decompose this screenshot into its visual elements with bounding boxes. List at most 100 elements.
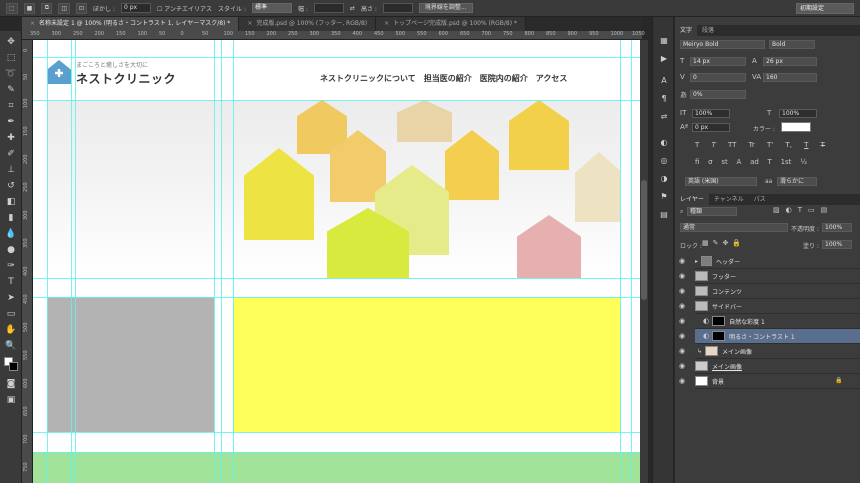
crop-tool-icon[interactable]: ⌗	[4, 99, 18, 113]
blur-tool-icon[interactable]: 💧	[4, 227, 18, 241]
guide-horizontal[interactable]	[33, 278, 640, 279]
tab-kanseiban[interactable]: × 完成版.psd @ 100% (フッター, RGB/8)	[239, 17, 377, 31]
guide-vertical[interactable]	[71, 40, 72, 483]
guide-horizontal[interactable]	[33, 452, 640, 453]
marquee-preset-icon[interactable]: ⬚	[6, 2, 18, 14]
lock-transparent-icon[interactable]: ▦	[702, 239, 709, 247]
brush-tool-icon[interactable]: ✐	[4, 147, 18, 161]
opacity-input[interactable]: 100%	[822, 223, 852, 232]
type-filter-icon[interactable]: T	[798, 206, 802, 214]
close-icon[interactable]: ×	[384, 20, 389, 27]
eye-icon[interactable]: ◉	[679, 347, 685, 355]
guide-vertical[interactable]	[631, 40, 632, 483]
alternates-button[interactable]: σ	[708, 158, 712, 166]
tab-channels[interactable]: チャンネル	[709, 194, 749, 205]
eye-icon[interactable]: ◉	[679, 257, 685, 265]
tab-untitled[interactable]: × 名称未設定 1 @ 100% (明るさ・コントラスト 1, レイヤーマスク/8…	[22, 17, 240, 31]
guide-vertical[interactable]	[75, 40, 76, 483]
swatches-panel-icon[interactable]: ◎	[658, 155, 670, 167]
all-caps-button[interactable]: TT	[728, 141, 736, 149]
tracking-input[interactable]: 160	[763, 73, 817, 82]
tsume-input[interactable]: 0%	[690, 90, 746, 99]
guide-horizontal[interactable]	[33, 432, 640, 433]
workspace-select[interactable]: 初期設定	[796, 3, 854, 14]
character-panel-icon[interactable]: A	[658, 75, 670, 87]
eye-icon[interactable]: ◉	[679, 302, 685, 310]
dodge-tool-icon[interactable]: ●	[4, 243, 18, 257]
document-canvas[interactable]: まごころと癒しさを大切に ネストクリニック ネストクリニックについて 担当医の紹…	[33, 40, 640, 483]
guide-vertical[interactable]	[47, 40, 48, 483]
feather-input[interactable]: 0 px	[120, 3, 151, 13]
intersect-selection-icon[interactable]: ⊡	[76, 2, 88, 14]
font-family-select[interactable]: Meiryo Bold	[680, 40, 765, 49]
tab-layers[interactable]: レイヤー	[675, 194, 709, 205]
stylistic-alternates-button[interactable]: ad	[750, 158, 759, 166]
layer-row-vibrance[interactable]: ◉ ◐ 自然な彩度 1	[679, 314, 860, 329]
layer-row-footer[interactable]: ◉ フッター	[679, 269, 860, 284]
libraries-panel-icon[interactable]: ▤	[658, 209, 670, 221]
layer-row-content[interactable]: ◉ コンテンツ	[679, 284, 860, 299]
canvas-area[interactable]: まごころと癒しさを大切に ネストクリニック ネストクリニックについて 担当医の紹…	[33, 40, 640, 483]
small-caps-button[interactable]: Tr	[749, 141, 755, 149]
quick-select-tool-icon[interactable]: ✎	[4, 83, 18, 97]
guide-horizontal[interactable]	[33, 297, 640, 298]
type-tool-icon[interactable]: T	[4, 275, 18, 289]
layer-row-main-image-clipped[interactable]: ◉ ↳ メイン画像	[679, 344, 860, 359]
quick-mask-icon[interactable]: ◙	[4, 377, 18, 391]
layer-row-brightness-contrast[interactable]: ◉ ◐ 明るさ・コントラスト 1	[679, 329, 860, 344]
styles-panel-icon[interactable]: ◑	[658, 173, 670, 185]
zoom-tool-icon[interactable]: 🔍	[4, 339, 18, 353]
layer-row-main-image[interactable]: ◉ メイン画像	[679, 359, 860, 374]
kerning-input[interactable]: 0	[690, 73, 746, 82]
paragraph-panel-icon[interactable]: ¶	[658, 93, 670, 105]
gradient-tool-icon[interactable]: ▮	[4, 211, 18, 225]
layer-row-header[interactable]: ◉ ▸ ヘッダー	[679, 254, 860, 269]
leading-input[interactable]: 26 px	[763, 57, 817, 66]
properties-panel-icon[interactable]: ⚑	[658, 191, 670, 203]
layer-row-sidebar[interactable]: ◉ サイドバー	[679, 299, 860, 314]
healing-tool-icon[interactable]: ✚	[4, 131, 18, 145]
color-swatches-icon[interactable]	[4, 357, 18, 371]
vertical-scale-input[interactable]: 100%	[692, 109, 730, 118]
ligatures-button[interactable]: fi	[695, 158, 699, 166]
blend-mode-select[interactable]: 通常	[680, 223, 788, 232]
eraser-tool-icon[interactable]: ◧	[4, 195, 18, 209]
stamp-tool-icon[interactable]: ⊥	[4, 163, 18, 177]
style-select[interactable]: 標準	[251, 3, 292, 13]
strikethrough-button[interactable]: T	[821, 141, 825, 149]
eye-icon[interactable]: ◉	[679, 377, 685, 385]
tab-paragraph[interactable]: 段落	[697, 25, 719, 36]
faux-bold-button[interactable]: T	[695, 141, 699, 149]
color-panel-icon[interactable]: ◐	[658, 137, 670, 149]
guide-vertical[interactable]	[221, 40, 222, 483]
history-panel-icon[interactable]: ▦	[658, 35, 670, 47]
screen-mode-icon[interactable]: ▣	[4, 393, 18, 407]
eye-icon[interactable]: ◉	[679, 287, 685, 295]
font-style-select[interactable]: Bold	[769, 40, 815, 49]
expand-icon[interactable]: ▸	[695, 258, 698, 265]
add-selection-icon[interactable]: ⧉	[41, 2, 53, 14]
smart-object-filter-icon[interactable]: ▤	[821, 206, 828, 214]
shape-tool-icon[interactable]: ▭	[4, 307, 18, 321]
pixel-filter-icon[interactable]: ▨	[773, 206, 780, 214]
discretionary-ligatures-button[interactable]: st	[721, 158, 727, 166]
layer-row-background[interactable]: ◉ 背景 🔒	[679, 374, 860, 389]
adjustment-filter-icon[interactable]: ◐	[786, 206, 792, 214]
close-icon[interactable]: ×	[30, 20, 35, 27]
eye-icon[interactable]: ◉	[679, 332, 685, 340]
antialias-checkbox-label[interactable]: ☐ アンチエイリアス	[157, 4, 212, 13]
eye-icon[interactable]: ◉	[679, 272, 685, 280]
eye-icon[interactable]: ◉	[679, 317, 685, 325]
eyedropper-tool-icon[interactable]: ✒	[4, 115, 18, 129]
lock-image-icon[interactable]: ✎	[713, 239, 719, 247]
fill-input[interactable]: 100%	[822, 240, 852, 249]
guide-horizontal[interactable]	[33, 57, 640, 58]
antialias-select[interactable]: 滑らかに	[777, 177, 817, 186]
move-tool-icon[interactable]: ✥	[4, 35, 18, 49]
ruler-vertical[interactable]: 0 50 100 150 200 250 300 350 400 450 500 550 600 650 7…	[22, 40, 33, 483]
close-icon[interactable]: ×	[247, 20, 252, 27]
font-size-input[interactable]: 14 px	[690, 57, 746, 66]
subtract-selection-icon[interactable]: ◫	[58, 2, 71, 14]
layer-filter-select[interactable]: 種類	[687, 207, 737, 216]
horizontal-scale-input[interactable]: 100%	[779, 109, 817, 118]
